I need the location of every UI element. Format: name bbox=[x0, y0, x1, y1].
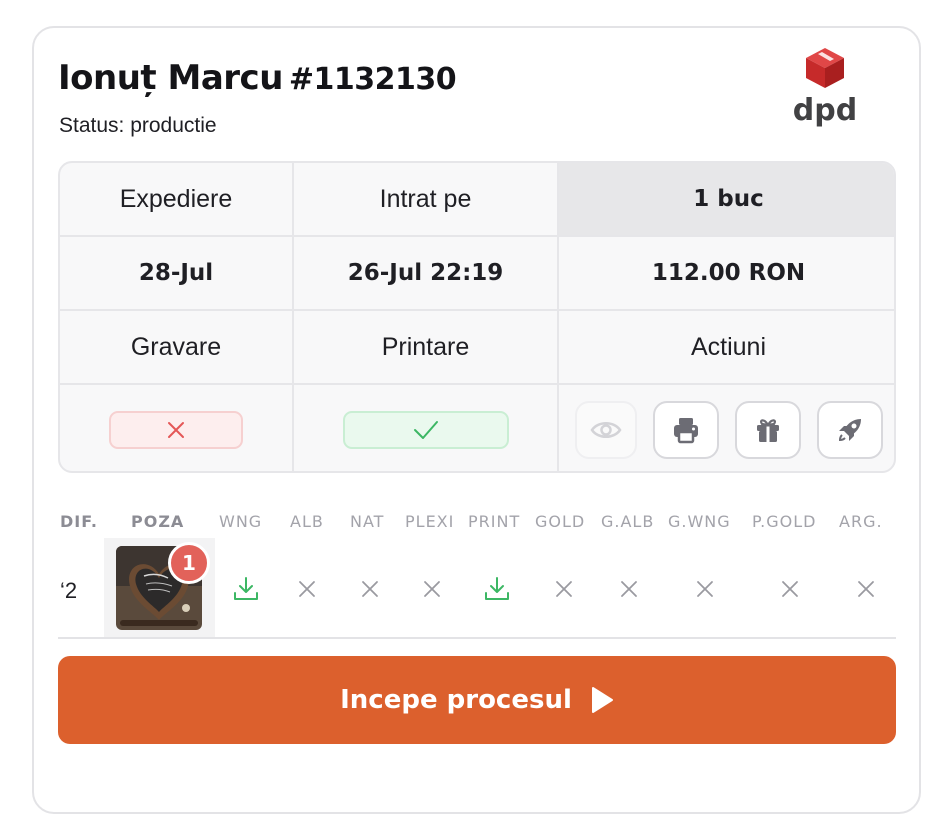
print-button[interactable] bbox=[652, 401, 719, 459]
col-gwng: G.WNG bbox=[668, 512, 731, 531]
col-galb: G.ALB bbox=[601, 512, 655, 531]
rocket-icon bbox=[838, 419, 861, 442]
header-intrat-pe: Intrat pe bbox=[294, 163, 559, 237]
col-dif: DIF. bbox=[60, 512, 98, 531]
files-header: DIF. POZA WNG ALB NAT PLEXI PRINT GOLD G… bbox=[0, 512, 938, 532]
file-row: ‘2 bbox=[0, 538, 938, 638]
header-gravare: Gravare bbox=[60, 311, 294, 385]
order-number: #1132130 bbox=[288, 62, 457, 97]
header-actiuni: Actiuni bbox=[559, 311, 894, 385]
dif-value: ‘2 bbox=[60, 578, 78, 603]
printare-status bbox=[342, 411, 509, 449]
order-status: Status: productie bbox=[59, 114, 217, 137]
ship-date: 28-Jul bbox=[60, 237, 294, 311]
actions-cell bbox=[559, 385, 894, 471]
col-pgold: P.GOLD bbox=[752, 512, 817, 531]
photo-count-badge: 1 bbox=[168, 542, 210, 584]
dpd-logo: dpd bbox=[793, 48, 857, 128]
col-print: PRINT bbox=[468, 512, 521, 531]
wng-download-icon[interactable] bbox=[231, 574, 261, 604]
gravare-cell bbox=[60, 385, 294, 471]
gold-x-icon bbox=[549, 574, 579, 604]
entered-date: 26-Jul 22:19 bbox=[294, 237, 559, 311]
col-alb: ALB bbox=[290, 512, 324, 531]
dpd-text: dpd bbox=[793, 93, 857, 128]
plexi-x-icon bbox=[417, 574, 447, 604]
check-icon bbox=[413, 421, 438, 439]
galb-x-icon bbox=[614, 574, 644, 604]
alb-x-icon bbox=[292, 574, 322, 604]
printer-icon bbox=[673, 418, 698, 444]
customer-title: Ionuț Marcu #1132130 bbox=[58, 58, 457, 98]
customer-name: Ionuț Marcu bbox=[58, 58, 283, 98]
view-button[interactable] bbox=[574, 401, 637, 459]
order-total: 112.00 RON bbox=[559, 237, 894, 311]
gwng-x-icon bbox=[690, 574, 720, 604]
eye-icon bbox=[589, 422, 622, 438]
ship-button[interactable] bbox=[816, 401, 883, 459]
printare-cell bbox=[294, 385, 559, 471]
col-gold: GOLD bbox=[535, 512, 586, 531]
print-download-icon[interactable] bbox=[482, 574, 512, 604]
col-nat: NAT bbox=[350, 512, 385, 531]
header-printare: Printare bbox=[294, 311, 559, 385]
arg-x-icon bbox=[851, 574, 881, 604]
gift-button[interactable] bbox=[734, 401, 801, 459]
col-plexi: PLEXI bbox=[405, 512, 455, 531]
start-process-button[interactable]: Incepe procesul bbox=[58, 656, 896, 744]
header-expediere: Expediere bbox=[60, 163, 294, 237]
gift-icon bbox=[756, 419, 779, 442]
dpd-cube-icon bbox=[806, 48, 844, 88]
play-icon bbox=[591, 687, 613, 713]
col-wng: WNG bbox=[219, 512, 263, 531]
gravare-status bbox=[109, 411, 243, 449]
start-process-label: Incepe procesul bbox=[340, 685, 572, 715]
quantity-badge: 1 buc bbox=[559, 163, 894, 237]
divider bbox=[58, 637, 896, 639]
pgold-x-icon bbox=[775, 574, 805, 604]
x-icon bbox=[168, 422, 184, 438]
col-arg: ARG. bbox=[839, 512, 883, 531]
order-info-table: Expediere Intrat pe 1 buc 28-Jul 26-Jul … bbox=[58, 161, 896, 473]
col-poza: POZA bbox=[131, 512, 185, 531]
nat-x-icon bbox=[355, 574, 385, 604]
